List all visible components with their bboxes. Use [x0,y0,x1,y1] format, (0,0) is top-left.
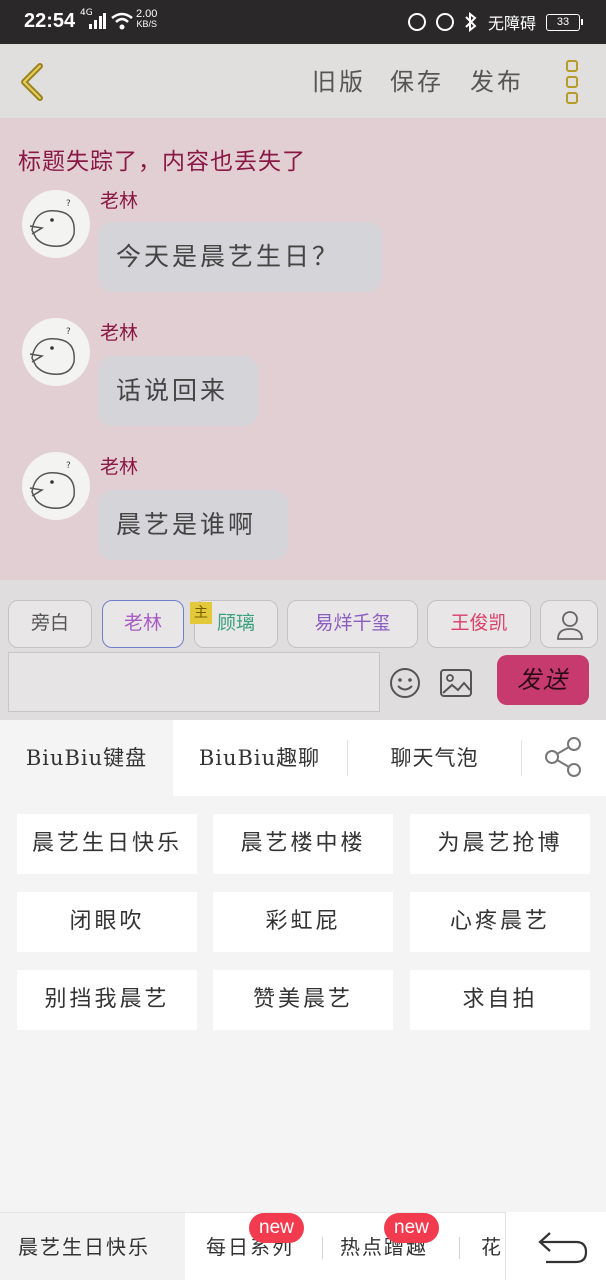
person-icon [557,611,583,640]
signal-icon [89,13,106,29]
svg-text:?: ? [66,327,71,337]
message-bubble[interactable]: 今天是晨艺生日？ [98,222,382,292]
lock-rotation-icon [435,13,454,31]
category-divider [322,1237,323,1259]
duck-avatar-icon: ? [29,327,75,375]
chat-canvas: 标题失踪了，内容也丢失了 ? 老林 今天是晨艺生日？ ? 老林 话说回来 ? 老… [0,118,606,580]
message-input[interactable] [8,652,380,712]
status-time: 22:54 [24,10,76,32]
phrase-button[interactable]: 心疼晨艺 [410,892,590,952]
svg-text:?: ? [66,199,71,209]
tab-chat-bubble[interactable]: 聊天气泡 [348,720,521,796]
phrase-button[interactable]: 闭眼吹 [17,892,197,952]
more-menu-icon[interactable] [562,58,582,106]
phrase-grid: 晨艺生日快乐 晨艺楼中楼 为晨艺抢博 闭眼吹 彩虹屁 心疼晨艺 别挡我晨艺 赞美… [0,796,606,1212]
avatar[interactable]: ? [22,318,90,386]
sender-name: 老林 [100,190,139,212]
role-narration[interactable]: 旁白 [8,600,92,648]
add-character-button[interactable] [540,600,598,648]
phrase-button[interactable]: 为晨艺抢博 [410,814,590,874]
share-icon[interactable] [540,734,586,780]
main-role-tag: 主 [190,602,212,624]
panel-tabs: BiuBiu键盘 BiuBiu趣聊 聊天气泡 [0,720,606,796]
undo-button[interactable] [505,1212,606,1280]
phrase-button[interactable]: 求自拍 [410,970,590,1030]
save-button[interactable]: 保存 [390,62,444,97]
composer: 发送 [0,652,606,720]
role-item[interactable]: 老林 [102,600,184,648]
new-badge: new [384,1213,439,1243]
status-bar: 22:54 4G 2.00 KB/S 无障碍 33 [0,0,606,44]
old-version-button[interactable]: 旧版 [312,62,366,97]
category-divider [459,1237,460,1259]
send-button[interactable]: 发送 [497,655,589,705]
image-icon[interactable] [438,666,474,700]
editor-toolbar: 旧版 保存 发布 [0,44,606,118]
phrase-button[interactable]: 晨艺生日快乐 [17,814,197,874]
avatar[interactable]: ? [22,452,90,520]
accessibility-label: 无障碍 [487,14,536,33]
svg-text:?: ? [66,461,71,471]
tab-divider [521,740,522,776]
emoji-icon[interactable] [388,666,422,700]
avatar[interactable]: ? [22,190,90,258]
story-title[interactable]: 标题失踪了，内容也丢失了 [18,142,306,176]
publish-button[interactable]: 发布 [470,62,524,97]
tab-biubiu-keyboard[interactable]: BiuBiu键盘 [0,720,173,796]
sender-name: 老林 [100,456,139,478]
category-tab[interactable]: 晨艺生日快乐 [0,1213,185,1280]
phrase-button[interactable]: 彩虹屁 [213,892,393,952]
phrase-button[interactable]: 赞美晨艺 [213,970,393,1030]
new-badge: new [249,1213,304,1243]
bluetooth-icon [465,12,477,32]
phrase-button[interactable]: 别挡我晨艺 [17,970,197,1030]
role-item[interactable]: 王俊凯 [427,600,531,648]
undo-arrow-icon [538,1232,588,1264]
message-bubble[interactable]: 话说回来 [98,356,258,426]
phrase-button[interactable]: 晨艺楼中楼 [213,814,393,874]
category-tab[interactable]: 花 [481,1213,503,1280]
sender-name: 老林 [100,322,139,344]
back-arrow-icon[interactable] [12,60,52,104]
data-saver-icon [407,13,426,31]
role-item[interactable]: 易烊千玺 [287,600,418,648]
duck-avatar-icon: ? [29,199,75,247]
network-speed: 2.00 KB/S [136,8,158,29]
role-selector: 旁白 老林 顾璃 易烊千玺 王俊凯 [0,580,606,652]
tab-biubiu-chat[interactable]: BiuBiu趣聊 [173,720,346,796]
battery-indicator: 33 [546,13,583,31]
wifi-icon [111,12,133,30]
duck-avatar-icon: ? [29,461,75,509]
message-bubble[interactable]: 晨艺是谁啊 [98,490,288,560]
